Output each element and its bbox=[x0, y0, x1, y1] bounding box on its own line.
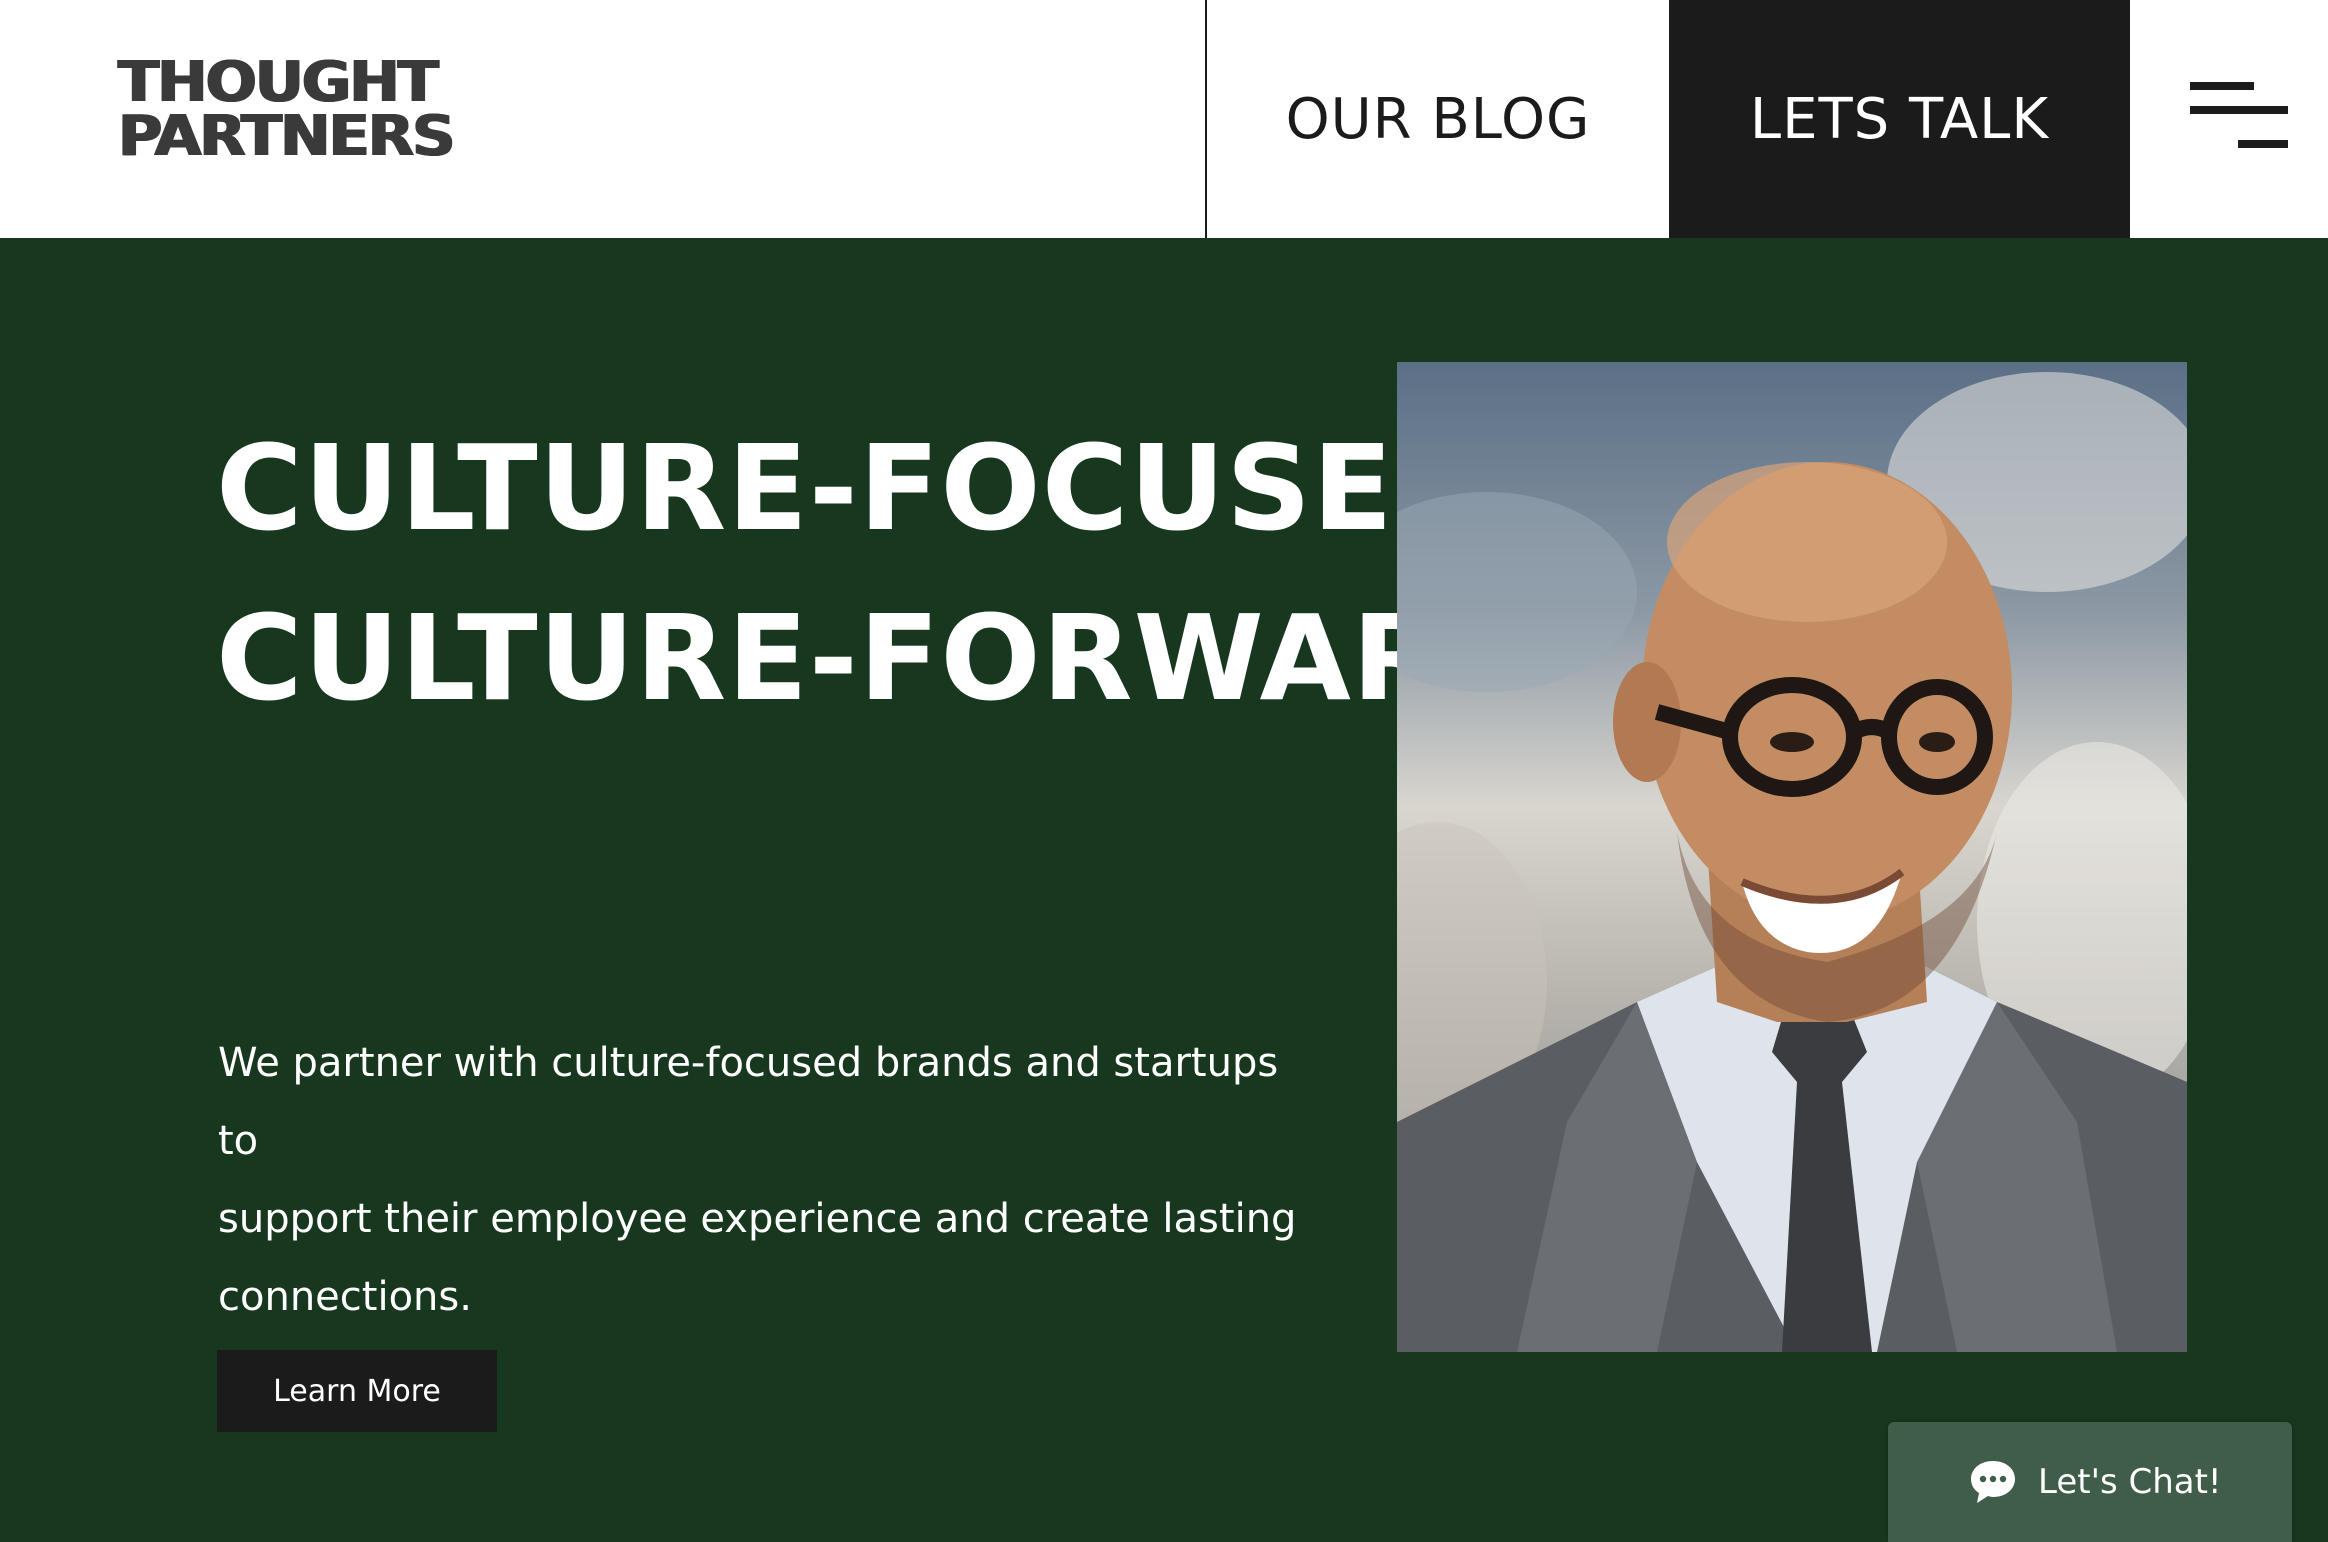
portrait-illustration bbox=[1397, 372, 2187, 1352]
site-header: THOUGHT PARTNERS OUR BLOG LETS TALK bbox=[0, 0, 2328, 238]
description-line-3: connections. bbox=[218, 1274, 472, 1320]
learn-more-button[interactable]: Learn More bbox=[217, 1350, 497, 1432]
hamburger-menu-icon[interactable] bbox=[2188, 80, 2290, 152]
menu-bar-top bbox=[2190, 82, 2254, 90]
chat-bubble-icon bbox=[1971, 1461, 2015, 1503]
logo-line-2: PARTNERS bbox=[118, 104, 456, 169]
logo-line-1: THOUGHT bbox=[118, 50, 439, 115]
chat-label: Let's Chat! bbox=[2038, 1462, 2222, 1502]
menu-bar-middle bbox=[2190, 106, 2288, 114]
headline-line-2: CULTURE-FORWARD. bbox=[216, 589, 1589, 727]
headline-line-1: CULTURE-FOCUSED. bbox=[216, 419, 1539, 557]
hero-description: We partner with culture-focused brands a… bbox=[218, 1024, 1298, 1336]
nav-our-blog-link[interactable]: OUR BLOG bbox=[1207, 0, 1669, 238]
lets-chat-widget[interactable]: Let's Chat! bbox=[1888, 1422, 2292, 1542]
thought-partners-logo[interactable]: THOUGHT PARTNERS bbox=[118, 55, 456, 174]
hero-portrait-photo bbox=[1397, 362, 2187, 1352]
menu-bar-bottom bbox=[2238, 140, 2288, 148]
description-line-2: support their employee experience and cr… bbox=[218, 1196, 1297, 1242]
hero-headline: CULTURE-FOCUSED. CULTURE-FORWARD. bbox=[216, 403, 1588, 743]
description-line-1: We partner with culture-focused brands a… bbox=[218, 1040, 1279, 1164]
nav-lets-talk-button[interactable]: LETS TALK bbox=[1669, 0, 2130, 238]
